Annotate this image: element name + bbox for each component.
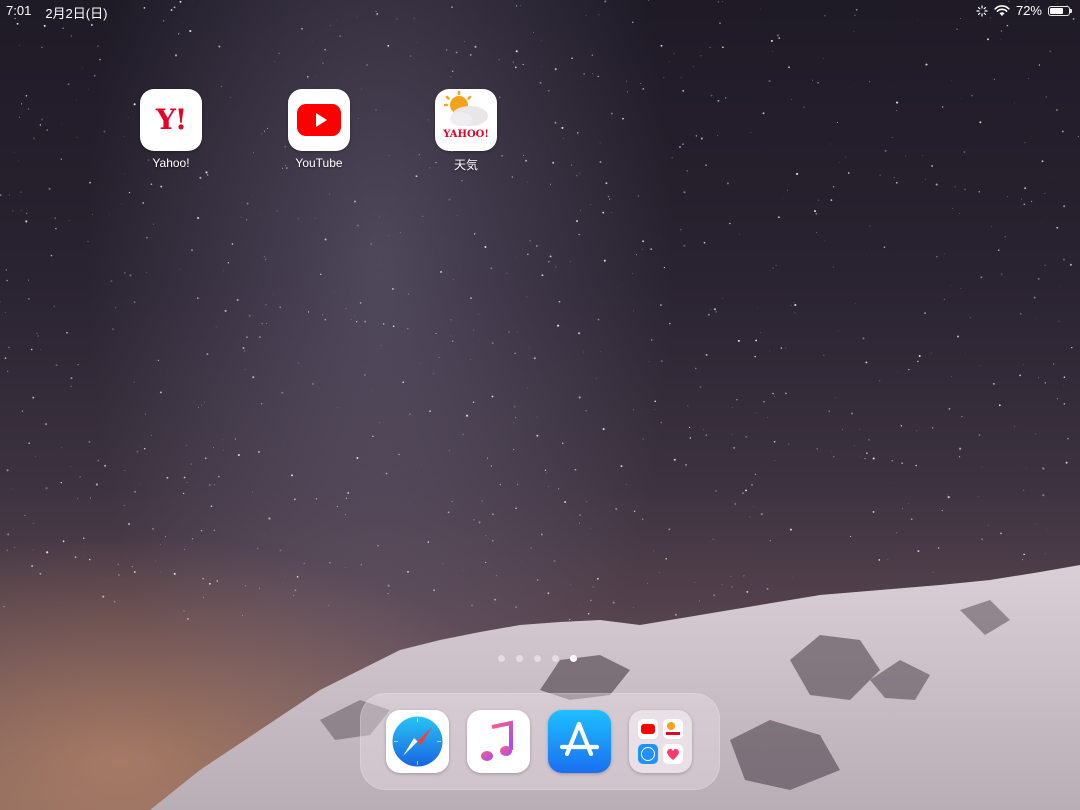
youtube-logo: [297, 104, 341, 136]
folder-safari-icon: [638, 744, 658, 764]
folder-youtube-icon: [638, 719, 658, 739]
app-store-glyph: [559, 721, 600, 757]
folder-health-icon: [663, 744, 683, 764]
music-icon[interactable]: [467, 710, 530, 773]
wifi-icon: [994, 4, 1010, 16]
music-note: [481, 720, 513, 761]
battery-percent: 72%: [1015, 3, 1042, 18]
page-dot[interactable]: [534, 655, 541, 662]
app-label-yahoo: Yahoo!: [152, 156, 190, 170]
app-weather[interactable]: YAHOO! 天気: [426, 89, 506, 173]
page-dot[interactable]: [516, 655, 523, 662]
app-label-weather: 天気: [453, 158, 478, 172]
app-yahoo[interactable]: Y! Yahoo!: [131, 89, 211, 170]
status-right: 72%: [976, 3, 1072, 18]
safari-compass: [392, 716, 443, 767]
sun-cloud-icon: [443, 90, 488, 126]
page-indicator[interactable]: [498, 655, 577, 662]
page-dot[interactable]: [570, 655, 577, 662]
status-date: 2月2日(日): [45, 6, 108, 21]
youtube-icon[interactable]: [288, 89, 350, 151]
page-dot[interactable]: [552, 655, 559, 662]
battery-fill: [1050, 7, 1063, 14]
dock: [360, 693, 720, 790]
yahoo-weather-icon[interactable]: YAHOO!: [435, 89, 497, 151]
play-icon: [316, 113, 327, 127]
folder-icon[interactable]: [629, 710, 692, 773]
yahoo-icon[interactable]: Y!: [140, 89, 202, 151]
yahoo-logo: Y!: [155, 103, 187, 136]
status-bar: 7:01 2月2日(日) 72%: [0, 0, 1080, 22]
safari-icon[interactable]: [386, 710, 449, 773]
do-not-disturb-icon: [976, 4, 988, 17]
app-youtube[interactable]: YouTube: [279, 89, 359, 170]
status-time: 7:01: [6, 3, 32, 18]
battery-tip: [1070, 8, 1072, 13]
page-dot[interactable]: [498, 655, 505, 662]
app-label-youtube: YouTube: [295, 156, 343, 170]
status-left: 7:01 2月2日(日): [6, 3, 107, 22]
yahoo-weather-logo: YAHOO!: [443, 129, 489, 140]
app-store-icon[interactable]: [548, 710, 611, 773]
folder-weather-icon: [663, 719, 683, 739]
battery-icon: [1048, 5, 1072, 16]
